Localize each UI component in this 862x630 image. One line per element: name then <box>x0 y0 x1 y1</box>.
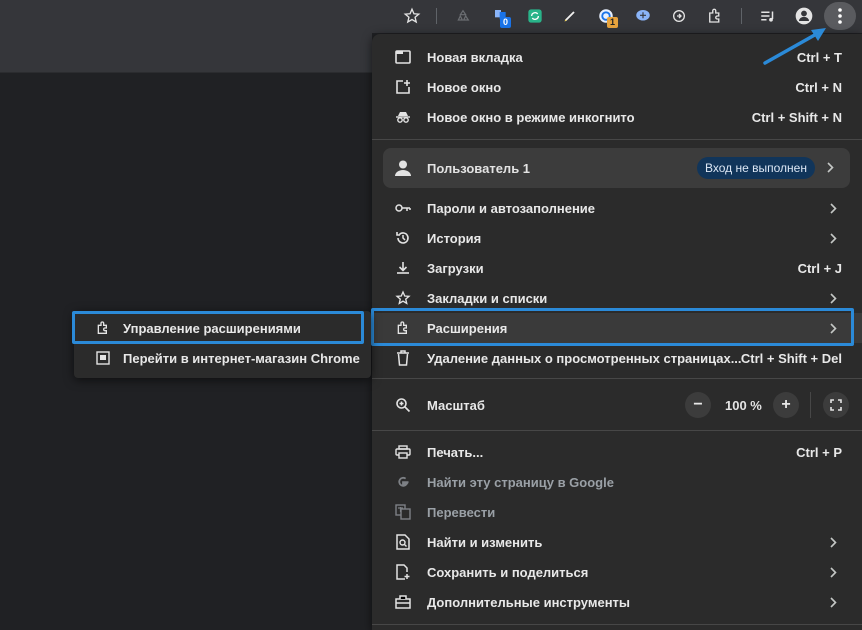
menu-item-label: Сохранить и поделиться <box>427 564 589 580</box>
toolbar-separator <box>741 8 742 24</box>
shortcut-label: Ctrl + N <box>795 79 842 95</box>
person-icon <box>393 158 413 178</box>
google-g-icon <box>394 473 412 491</box>
web-store-icon <box>94 349 112 367</box>
toolbar-separator <box>436 8 437 24</box>
brain-icon[interactable] <box>632 5 654 27</box>
menu-item-label: Найти эту страницу в Google <box>427 474 614 490</box>
g-translate-icon[interactable]: 1 <box>595 5 619 28</box>
submenu-item-label: Перейти в интернет-магазин Chrome <box>123 351 360 366</box>
menu-item-label: Закладки и списки <box>427 290 548 306</box>
shortcut-label: Ctrl + P <box>796 444 842 460</box>
chevron-right-icon <box>827 162 837 174</box>
menu-divider <box>372 139 862 140</box>
menu-item-label: Масштаб <box>427 397 485 413</box>
zoom-icon <box>394 396 412 414</box>
zoom-out-button[interactable]: − <box>685 392 711 418</box>
manage-extensions-highlight-box <box>72 311 364 344</box>
menu-item-save-share[interactable]: Сохранить и поделиться <box>372 557 862 587</box>
pointer-arrow-annotation <box>763 28 826 65</box>
menu-item-label: Пароли и автозаполнение <box>427 200 596 216</box>
menu-item-label: Перевести <box>427 504 496 520</box>
menu-item-clear-data[interactable]: Удаление данных о просмотренных страница… <box>372 343 862 373</box>
key-icon <box>394 199 412 217</box>
recycle-icon[interactable] <box>452 5 474 27</box>
chevron-right-icon <box>828 536 838 548</box>
fullscreen-button[interactable] <box>823 392 849 418</box>
extensions-highlight-box <box>371 308 854 346</box>
menu-item-label: Загрузки <box>427 260 484 276</box>
menu-item-label: Новое окно в режиме инкогнито <box>427 109 635 125</box>
pen-icon[interactable] <box>559 5 581 27</box>
menu-item-label: История <box>427 230 482 246</box>
history-icon <box>394 229 412 247</box>
menu-item-new-window[interactable]: Новое окно Ctrl + N <box>372 72 862 102</box>
printer-icon <box>394 443 412 461</box>
menu-item-label: Печать... <box>427 444 484 460</box>
blue-extension-icon[interactable]: 0 <box>490 5 512 28</box>
menu-item-print[interactable]: Печать... Ctrl + P <box>372 437 862 467</box>
new-tab-icon <box>394 48 412 66</box>
zoom-level-value: 100 % <box>725 398 762 413</box>
chevron-right-icon <box>828 202 838 214</box>
zoom-in-button[interactable]: + <box>773 392 799 418</box>
save-share-icon <box>394 563 412 581</box>
shortcut-label: Ctrl + J <box>797 260 842 276</box>
menu-item-downloads[interactable]: Загрузки Ctrl + J <box>372 253 862 283</box>
find-page-icon <box>394 533 412 551</box>
menu-item-more-tools[interactable]: Дополнительные инструменты <box>372 587 862 617</box>
circular-arrow-icon[interactable] <box>668 5 690 27</box>
menu-item-search-google: Найти эту страницу в Google <box>372 467 862 497</box>
menu-item-label: Найти и изменить <box>427 534 543 550</box>
puzzle-icon[interactable] <box>704 5 726 27</box>
chevron-right-icon <box>828 566 838 578</box>
zoom-divider <box>810 392 811 418</box>
menu-divider <box>372 624 862 625</box>
chevron-right-icon <box>828 292 838 304</box>
green-refresh-icon[interactable] <box>524 5 546 27</box>
menu-item-find-edit[interactable]: Найти и изменить <box>372 527 862 557</box>
menu-item-profile[interactable]: Пользователь 1 Вход не выполнен <box>383 148 850 188</box>
fullscreen-icon <box>830 399 842 411</box>
toolbox-icon <box>394 593 412 611</box>
chevron-right-icon <box>828 596 838 608</box>
extension-badge-count: 0 <box>500 17 512 28</box>
address-bar-area <box>0 33 372 73</box>
browser-toolbar: 0 1 <box>0 0 862 33</box>
menu-item-history[interactable]: История <box>372 223 862 253</box>
menu-item-incognito[interactable]: Новое окно в режиме инкогнито Ctrl + Shi… <box>372 102 862 132</box>
sign-in-status-badge[interactable]: Вход не выполнен <box>697 157 815 179</box>
submenu-item-web-store[interactable]: Перейти в интернет-магазин Chrome <box>74 343 371 373</box>
menu-item-label: Дополнительные инструменты <box>427 594 631 610</box>
chevron-right-icon <box>828 232 838 244</box>
menu-item-label: Новая вкладка <box>427 49 523 65</box>
new-window-icon <box>394 78 412 96</box>
menu-item-passwords[interactable]: Пароли и автозаполнение <box>372 193 862 223</box>
download-icon <box>394 259 412 277</box>
menu-divider <box>372 378 862 379</box>
extension-badge-count: 1 <box>607 17 619 28</box>
incognito-icon <box>394 108 412 126</box>
menu-item-label: Новое окно <box>427 79 502 95</box>
star-icon <box>394 289 412 307</box>
menu-divider <box>372 430 862 431</box>
star-icon[interactable] <box>401 5 423 27</box>
trash-icon <box>394 349 412 367</box>
profile-name: Пользователь 1 <box>427 161 531 176</box>
shortcut-label: Ctrl + Shift + N <box>751 109 842 125</box>
menu-item-translate: Перевести <box>372 497 862 527</box>
shortcut-label: Ctrl + Shift + Del <box>740 350 842 366</box>
menu-item-label: Удаление данных о просмотренных страница… <box>427 350 742 366</box>
translate-icon <box>394 503 412 521</box>
